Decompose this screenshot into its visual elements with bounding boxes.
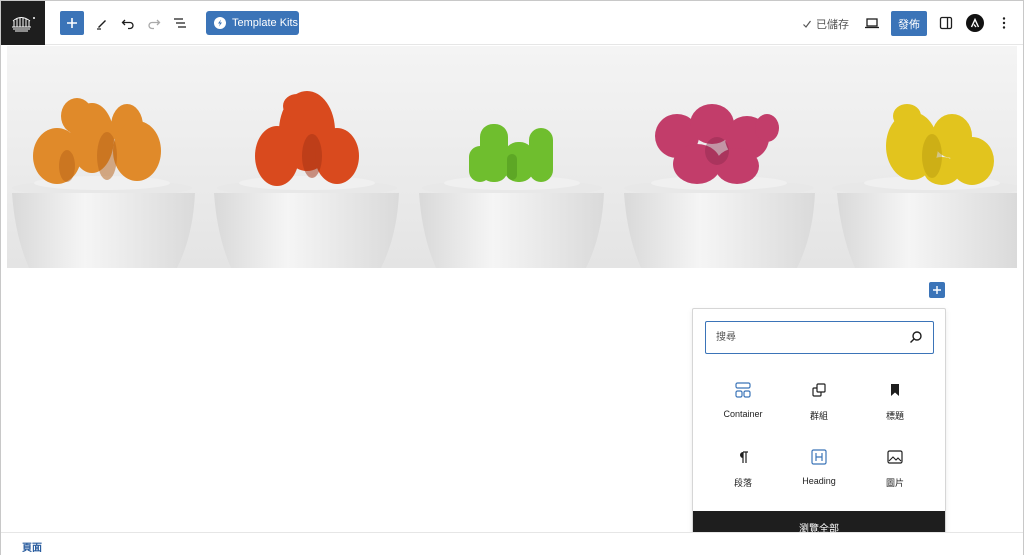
site-logo[interactable]: [1, 1, 45, 45]
heading-icon: [811, 446, 827, 468]
breadcrumb-page-link[interactable]: 頁面: [22, 539, 42, 554]
block-option-label: 段落: [733, 478, 752, 488]
list-view-icon: [174, 18, 186, 28]
desktop-preview-icon: [865, 18, 879, 29]
check-icon: [803, 20, 811, 28]
paragraph-icon: [737, 446, 749, 468]
options-menu-button[interactable]: [992, 11, 1016, 35]
pencil-icon: [97, 20, 106, 30]
template-kits-icon: [214, 17, 226, 29]
cactus-pots-illustration: [7, 46, 1017, 268]
publish-label: 發佈: [898, 18, 920, 31]
template-kits-button[interactable]: Template Kits: [206, 11, 299, 35]
block-option-label: Container: [723, 409, 763, 419]
block-option-label: 標題: [885, 411, 904, 421]
sidebar-icon: [939, 16, 953, 30]
redo-icon: [148, 19, 161, 30]
more-vertical-icon: [1002, 17, 1006, 29]
block-option-group[interactable]: 群組: [781, 379, 857, 435]
editor-window: Template Kits 已儲存 發佈 搜尋 Container 群組 標題 …: [0, 0, 1024, 555]
plus-icon: [67, 18, 77, 28]
block-search-field: [705, 321, 934, 354]
block-search-input[interactable]: [706, 322, 896, 352]
block-option-image[interactable]: 圖片: [857, 446, 933, 502]
document-overview-button[interactable]: [168, 11, 192, 35]
plugin-avatar-button[interactable]: [966, 14, 984, 32]
inline-block-inserter-button[interactable]: [929, 282, 945, 298]
publish-button[interactable]: 發佈: [891, 11, 927, 36]
search-icon: [910, 331, 922, 343]
block-option-label: Heading: [802, 476, 836, 486]
redo-button[interactable]: [142, 11, 166, 35]
bookmark-icon: [889, 379, 901, 401]
block-option-title[interactable]: 標題: [857, 379, 933, 435]
block-option-heading[interactable]: Heading: [781, 446, 857, 502]
saved-status: 已儲存: [802, 16, 849, 32]
template-kits-label: Template Kits: [232, 17, 299, 29]
undo-icon: [121, 19, 134, 30]
saved-label: 已儲存: [816, 19, 849, 31]
image-icon: [887, 446, 903, 468]
block-breadcrumb-bar: 頁面: [1, 532, 1023, 555]
block-option-label: 圖片: [885, 478, 904, 488]
plus-icon: [933, 286, 941, 294]
block-option-paragraph[interactable]: 段落: [705, 446, 781, 502]
container-icon: [735, 379, 751, 401]
block-option-label: 群組: [809, 411, 828, 421]
undo-button[interactable]: [116, 11, 140, 35]
preview-button[interactable]: [860, 11, 884, 35]
block-option-container[interactable]: Container: [705, 379, 781, 435]
astra-icon: [970, 18, 980, 28]
settings-sidebar-toggle[interactable]: [934, 11, 958, 35]
site-logo-icon: [12, 17, 35, 32]
cactus-hero-image[interactable]: [7, 46, 1017, 268]
quick-inserter-panel: Container 群組 標題: [692, 308, 946, 544]
top-toolbar: Template Kits 已儲存 發佈: [1, 1, 1023, 45]
group-icon: [812, 379, 826, 401]
block-inserter-toggle[interactable]: [60, 11, 84, 35]
tools-button[interactable]: [90, 11, 114, 35]
